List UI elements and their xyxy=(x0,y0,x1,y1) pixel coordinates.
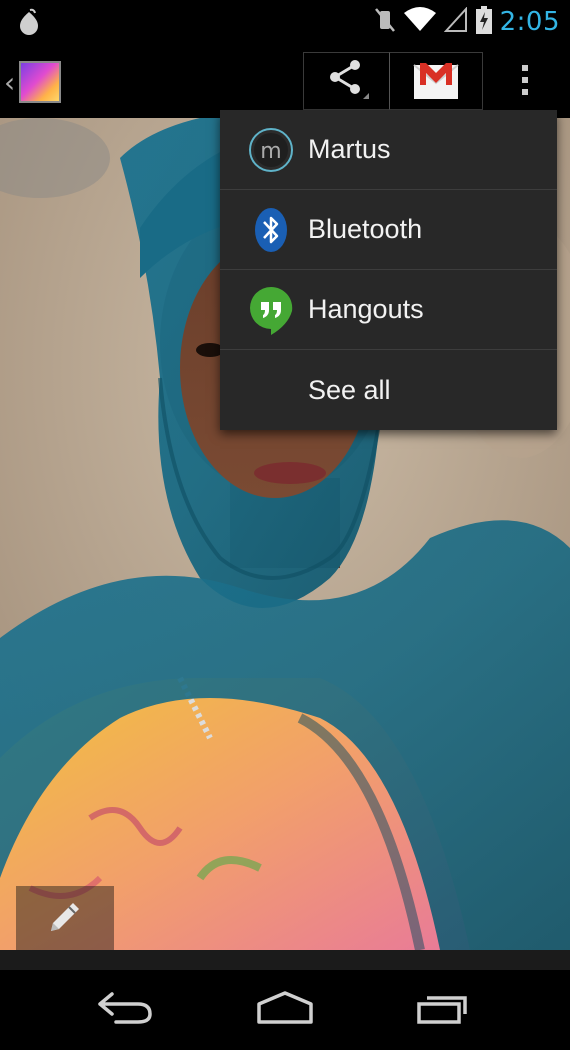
overflow-menu-button[interactable] xyxy=(500,52,550,108)
martus-icon: m xyxy=(248,127,294,173)
chevron-left-icon: ‹ xyxy=(4,65,16,99)
status-bar: 2:05 xyxy=(0,0,570,44)
share-button[interactable] xyxy=(303,52,390,110)
home-button[interactable] xyxy=(235,982,335,1038)
gallery-app-icon xyxy=(19,61,62,103)
share-option-see-all[interactable]: See all xyxy=(220,350,557,430)
share-option-hangouts[interactable]: Hangouts xyxy=(220,270,557,350)
share-option-martus[interactable]: m Martus xyxy=(220,110,557,190)
svg-text:m: m xyxy=(260,139,281,164)
battery-charging-icon xyxy=(475,5,492,39)
share-option-label: Martus xyxy=(308,134,391,164)
vibrate-icon xyxy=(374,7,396,38)
filmstrip-bar xyxy=(0,950,570,970)
share-option-bluetooth[interactable]: Bluetooth xyxy=(220,190,557,270)
overflow-dot xyxy=(522,77,528,83)
bluetooth-icon xyxy=(248,207,294,253)
wifi-icon xyxy=(403,6,436,38)
back-icon xyxy=(96,990,156,1031)
up-navigation-button[interactable]: ‹ xyxy=(0,52,74,112)
recents-icon xyxy=(415,990,475,1031)
home-icon xyxy=(255,990,315,1031)
app-notification-icon xyxy=(16,8,42,41)
recents-button[interactable] xyxy=(395,982,495,1038)
share-option-label: See all xyxy=(308,374,391,405)
back-button[interactable] xyxy=(76,982,176,1038)
hangouts-icon xyxy=(248,286,294,335)
share-option-label: Hangouts xyxy=(308,294,424,324)
share-option-label: Bluetooth xyxy=(308,214,423,244)
gmail-icon xyxy=(412,57,460,106)
action-bar: ‹ xyxy=(0,44,570,118)
navigation-bar xyxy=(0,970,570,1050)
status-clock: 2:05 xyxy=(499,7,560,37)
signal-icon xyxy=(443,5,468,38)
overflow-dot xyxy=(522,89,528,95)
edit-photo-button[interactable] xyxy=(16,886,114,952)
gmail-share-button[interactable] xyxy=(389,52,483,110)
share-icon xyxy=(325,57,369,106)
pencil-icon xyxy=(43,895,87,944)
overflow-dot xyxy=(522,65,528,71)
share-dropdown-menu: m Martus Bluetooth Hangouts See all xyxy=(220,110,557,430)
